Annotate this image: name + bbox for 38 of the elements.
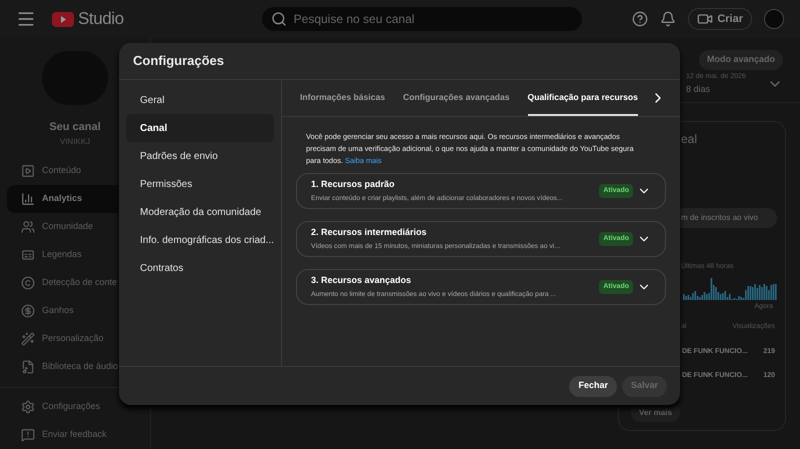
settings-menu-item[interactable]: Geral — [126, 86, 274, 114]
bar-chart-icon — [21, 192, 35, 206]
settings-icon — [21, 400, 35, 414]
logo-icon — [52, 12, 74, 26]
settings-tab[interactable]: Qualificação para recursos — [528, 80, 638, 116]
create-button[interactable]: Criar — [688, 8, 752, 30]
dialog-button[interactable]: Fechar — [569, 376, 617, 396]
logo-text: Studio — [78, 8, 124, 30]
settings-tab[interactable]: Informações básicas — [300, 80, 386, 116]
sidebar-item[interactable]: Enviar feedback — [0, 421, 150, 449]
sidebar-item[interactable]: Personalização — [7, 325, 150, 353]
dialog-title: Configurações — [133, 52, 224, 70]
sidebar-item[interactable]: Biblioteca de áudio — [7, 353, 150, 381]
search-field[interactable]: Pesquise no seu canal — [262, 7, 582, 31]
music-file-icon — [21, 360, 35, 374]
sidebar-item[interactable]: Configurações — [0, 393, 150, 421]
settings-tab[interactable]: Configurações avançadas — [403, 80, 510, 116]
advanced-mode-button[interactable]: Modo avançado — [698, 50, 783, 70]
subtitles-icon — [21, 248, 35, 262]
video-icon — [21, 164, 35, 178]
people-icon — [21, 220, 35, 234]
notification-icon[interactable] — [660, 11, 676, 27]
sidebar-item[interactable]: Ganhos — [7, 297, 150, 325]
feature-title: 1. Recursos padrão — [311, 178, 396, 192]
search-icon — [270, 11, 287, 27]
settings-menu-item[interactable]: Info. demográficas dos criad... — [126, 226, 274, 254]
settings-menu-item[interactable]: Canal — [126, 114, 274, 142]
settings-menu-item[interactable]: Contratos — [126, 254, 274, 282]
settings-menu-item[interactable]: Padrões de envio — [126, 142, 274, 170]
feedback-icon — [21, 428, 35, 442]
period-text: 8 dias — [686, 82, 712, 96]
feature-title: 2. Recursos intermediários — [311, 226, 428, 240]
help-icon[interactable] — [632, 11, 648, 27]
dollar-icon — [21, 304, 35, 318]
card-title: eal — [681, 131, 698, 148]
feature-title: 3. Recursos avançados — [311, 274, 412, 288]
copyright-icon — [21, 276, 35, 290]
magic-wand-icon — [21, 332, 35, 346]
